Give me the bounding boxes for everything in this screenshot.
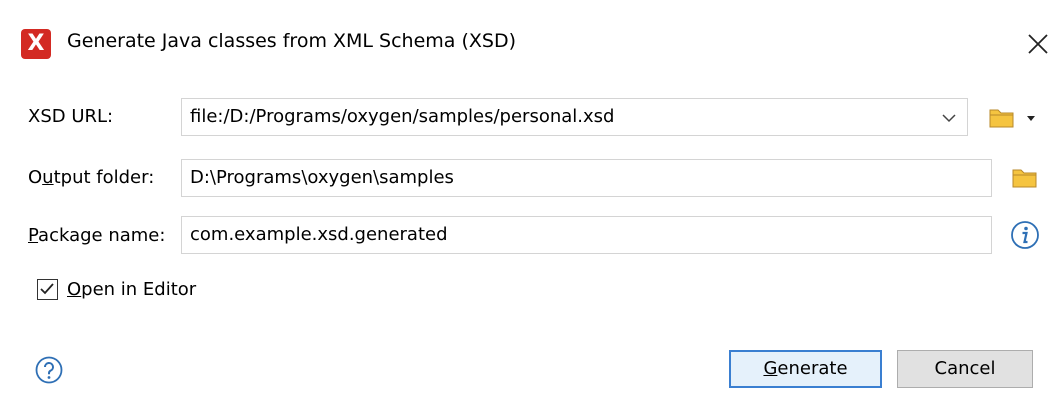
checkmark-icon <box>40 283 54 295</box>
help-icon <box>35 356 63 384</box>
open-in-editor-label[interactable]: Open in Editor <box>67 279 196 300</box>
title-bar: X Generate Java classes from XML Schema … <box>0 0 1056 90</box>
output-folder-input[interactable]: D:\Programs\oxygen\samples <box>181 159 992 197</box>
help-button[interactable] <box>34 355 64 385</box>
xsd-url-value: file:/D:/Programs/oxygen/samples/persona… <box>190 106 615 127</box>
package-name-value: com.example.xsd.generated <box>190 224 448 245</box>
browse-folder-button[interactable] <box>1010 164 1040 192</box>
folder-icon <box>1012 169 1037 188</box>
browse-url-menu-button[interactable] <box>988 103 1044 133</box>
close-icon <box>1028 34 1048 54</box>
package-info-button[interactable] <box>1009 219 1041 251</box>
app-logo-icon: X <box>21 29 51 59</box>
generate-button[interactable]: Generate <box>729 350 882 388</box>
info-icon <box>1011 221 1039 249</box>
dialog-title: Generate Java classes from XML Schema (X… <box>67 30 516 52</box>
output-folder-label: Output folder: <box>28 167 155 188</box>
xsd-url-dropdown-button[interactable] <box>934 99 964 135</box>
xsd-url-combobox[interactable]: file:/D:/Programs/oxygen/samples/persona… <box>181 98 968 136</box>
chevron-down-icon <box>942 114 956 123</box>
close-button[interactable] <box>1022 26 1052 60</box>
open-in-editor-checkbox[interactable] <box>37 279 58 300</box>
cancel-button[interactable]: Cancel <box>897 350 1033 388</box>
folder-icon <box>989 109 1014 128</box>
dropdown-arrow-icon <box>1027 116 1035 121</box>
output-folder-value: D:\Programs\oxygen\samples <box>190 167 454 188</box>
package-name-label: Package name: <box>28 225 166 246</box>
package-name-input[interactable]: com.example.xsd.generated <box>181 216 992 254</box>
xsd-url-label: XSD URL: <box>28 106 114 127</box>
